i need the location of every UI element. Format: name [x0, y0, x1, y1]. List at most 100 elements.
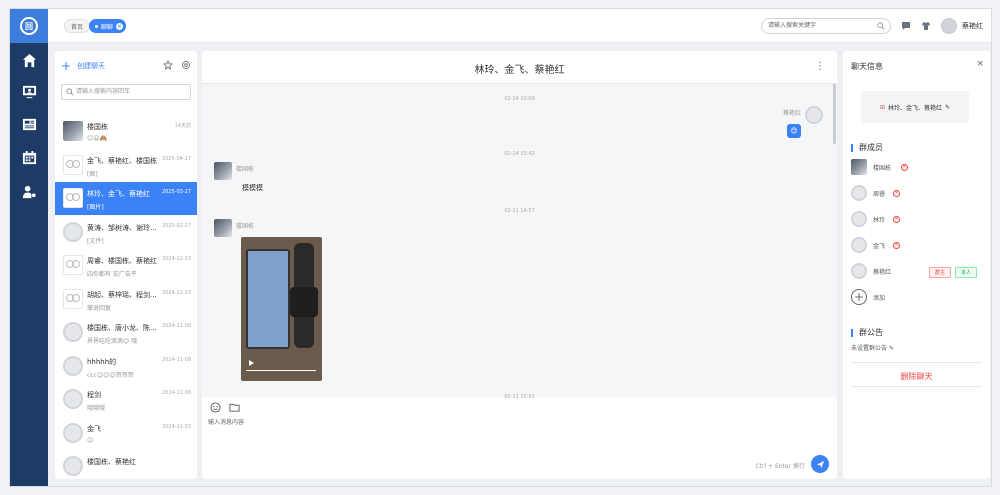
remove-member-icon[interactable]: ×: [893, 190, 900, 197]
notice-section-title: 群公告: [851, 329, 883, 337]
global-search-input[interactable]: 请输入搜索关键字: [761, 18, 891, 34]
remove-member-icon[interactable]: ×: [893, 242, 900, 249]
conversation-preview: ccc😊😊😊哥哥哥: [87, 371, 134, 379]
member-name: 林玲: [873, 217, 886, 224]
conversation-item[interactable]: 周睿、楼国栋、蔡艳红 2024-12-23 四你都有 宏广告平: [55, 249, 197, 282]
conversation-time: 2024-11-03: [161, 423, 191, 430]
video-frame: [246, 249, 290, 349]
nav-home[interactable]: [10, 45, 48, 75]
member-name: 楼国栋: [873, 165, 892, 172]
conversation-item[interactable]: 胡起、蔡梓瑶、程剑... 2024-12-23 撤退回复: [55, 283, 197, 316]
message-bubble[interactable]: 模模模: [236, 178, 269, 198]
group-notice-text: 未设置群公告: [851, 345, 888, 352]
conversation-search-input[interactable]: 请输入搜索内容回车: [61, 84, 191, 100]
conversation-item[interactable]: 金飞、蔡艳红、楼国栋 2025-04-17 [图]: [55, 149, 197, 182]
skin-icon[interactable]: [921, 21, 931, 31]
conversation-preview: 哦哦哦: [87, 405, 106, 412]
message-input[interactable]: 输入消息内容: [208, 417, 244, 426]
close-tab-icon[interactable]: ×: [116, 22, 124, 30]
delete-chat-button[interactable]: 删除聊天: [843, 371, 990, 382]
conversation-item[interactable]: hhhhh的 2024-11-08 ccc😊😊😊哥哥哥: [55, 350, 197, 383]
member-item[interactable]: 林玲 ×: [851, 211, 981, 229]
settings-icon[interactable]: [181, 60, 191, 70]
conversation-avatar: [63, 322, 83, 342]
remove-member-icon[interactable]: ×: [901, 164, 908, 171]
self-badge: 本人: [954, 267, 977, 278]
message-area[interactable]: 02-14 10:09 蔡艳红 😊 02-14 15:42 楼国栋 模模模 02…: [202, 83, 837, 400]
scrollbar[interactable]: [833, 84, 836, 144]
chat-title: 林玲、金飞、蔡艳红: [474, 65, 565, 76]
app-logo: 回: [10, 9, 48, 43]
conversation-preview: [文件]: [87, 237, 104, 245]
video-message[interactable]: [241, 237, 322, 381]
user-avatar[interactable]: [941, 18, 957, 34]
conversation-item[interactable]: 程剑 2024-11-08 哦哦哦: [55, 383, 197, 416]
message-icon[interactable]: [901, 21, 911, 31]
sender-avatar[interactable]: [214, 162, 232, 180]
conversation-item[interactable]: 林玲、金飞、蔡艳红 2025-03-27 [图片]: [55, 182, 197, 215]
group-notice[interactable]: 未设置群公告 ✎: [851, 343, 894, 352]
member-avatar: [851, 185, 867, 201]
video-frame: [290, 287, 318, 317]
play-icon[interactable]: [249, 360, 254, 366]
sender-avatar[interactable]: [805, 106, 823, 124]
emoji-icon[interactable]: [210, 402, 221, 413]
conversation-time: 2024-11-08: [161, 323, 191, 329]
conversation-name: 程剑: [87, 391, 101, 399]
search-icon: [66, 88, 74, 96]
add-member-button[interactable]: + 添加: [851, 289, 885, 305]
global-search-placeholder: 请输入搜索关键字: [768, 22, 817, 29]
edit-icon[interactable]: ✎: [889, 345, 894, 352]
nav-calendar[interactable]: [10, 142, 48, 172]
close-icon[interactable]: ×: [976, 59, 984, 69]
folder-icon[interactable]: [229, 402, 240, 413]
conversation-name: 楼国栋: [87, 123, 108, 131]
conversation-time: 2024-11-08: [161, 390, 191, 396]
nav-news[interactable]: [10, 109, 48, 139]
more-options-icon[interactable]: ⋮: [815, 61, 825, 72]
conversation-list-panel: + 创建聊天 请输入搜索内容回车 楼国栋 14天前 😊😃🙈 金飞、蔡艳红、楼国栋 2025…: [55, 51, 197, 479]
search-icon[interactable]: [877, 22, 885, 30]
group-name-card[interactable]: ⊞ 林玲、金飞、蔡艳红 ✎: [861, 91, 969, 123]
conversation-name: 周睿、楼国栋、蔡艳红: [87, 257, 157, 265]
tab-chat[interactable]: 聊聊 ×: [89, 19, 127, 33]
member-item[interactable]: 楼国栋 ×: [851, 159, 981, 177]
conversation-item[interactable]: 黄涛、邹树涛、谢玲... 2025-02-27 [文件]: [55, 216, 197, 249]
conversation-name: 楼国栋、蔡艳红: [87, 458, 136, 466]
app-window: 回 首页 聊聊 × 请输入搜索关键字 蔡艳红 + 创建聊天 请输入搜索内容回车 …: [9, 8, 992, 487]
left-nav: 回: [10, 9, 48, 486]
member-avatar: [851, 211, 867, 227]
message-bubble[interactable]: 😊: [787, 124, 801, 138]
member-item[interactable]: 周睿 ×: [851, 185, 981, 203]
conversation-item[interactable]: 金飞 2024-11-03 😊: [55, 417, 197, 450]
member-avatar: [851, 237, 867, 253]
conversation-preview: 撤退回复: [87, 304, 112, 312]
member-item[interactable]: 蔡艳红 群主 本人: [851, 263, 981, 281]
nav-user-settings[interactable]: [10, 176, 48, 206]
conversation-item[interactable]: 楼国栋 14天前 😊😃🙈: [55, 115, 197, 148]
tab-home[interactable]: 首页: [64, 19, 91, 33]
remove-member-icon[interactable]: ×: [893, 216, 900, 223]
divider: [851, 362, 982, 363]
conversation-name: 林玲、金飞、蔡艳红: [87, 190, 150, 198]
user-gear-icon: [22, 185, 36, 198]
video-progress-bar[interactable]: [246, 370, 316, 371]
group-avatar-icon: ⊞: [879, 103, 885, 111]
home-icon: [22, 53, 36, 67]
member-avatar: [851, 159, 867, 175]
active-dot: [95, 24, 98, 28]
sender-avatar[interactable]: [214, 219, 232, 237]
conversation-time: 2025-04-17: [161, 155, 191, 162]
user-name[interactable]: 蔡艳红: [962, 21, 983, 31]
member-item[interactable]: 金飞 ×: [851, 237, 981, 255]
conversation-item[interactable]: 楼国栋、唐小龙、陈... 2024-11-08 界界吃吃滴滴😊 哦: [55, 316, 197, 349]
send-icon: [816, 460, 824, 468]
members-section-title: 群成员: [851, 144, 883, 152]
create-chat-button[interactable]: + 创建聊天: [61, 60, 105, 72]
send-button[interactable]: [811, 455, 829, 473]
star-icon[interactable]: [163, 60, 173, 70]
conversation-item[interactable]: 楼国栋、蔡艳红: [55, 450, 197, 483]
nav-chat[interactable]: [10, 76, 48, 106]
edit-icon[interactable]: ✎: [945, 104, 950, 111]
conversation-preview: [图片]: [87, 204, 104, 211]
